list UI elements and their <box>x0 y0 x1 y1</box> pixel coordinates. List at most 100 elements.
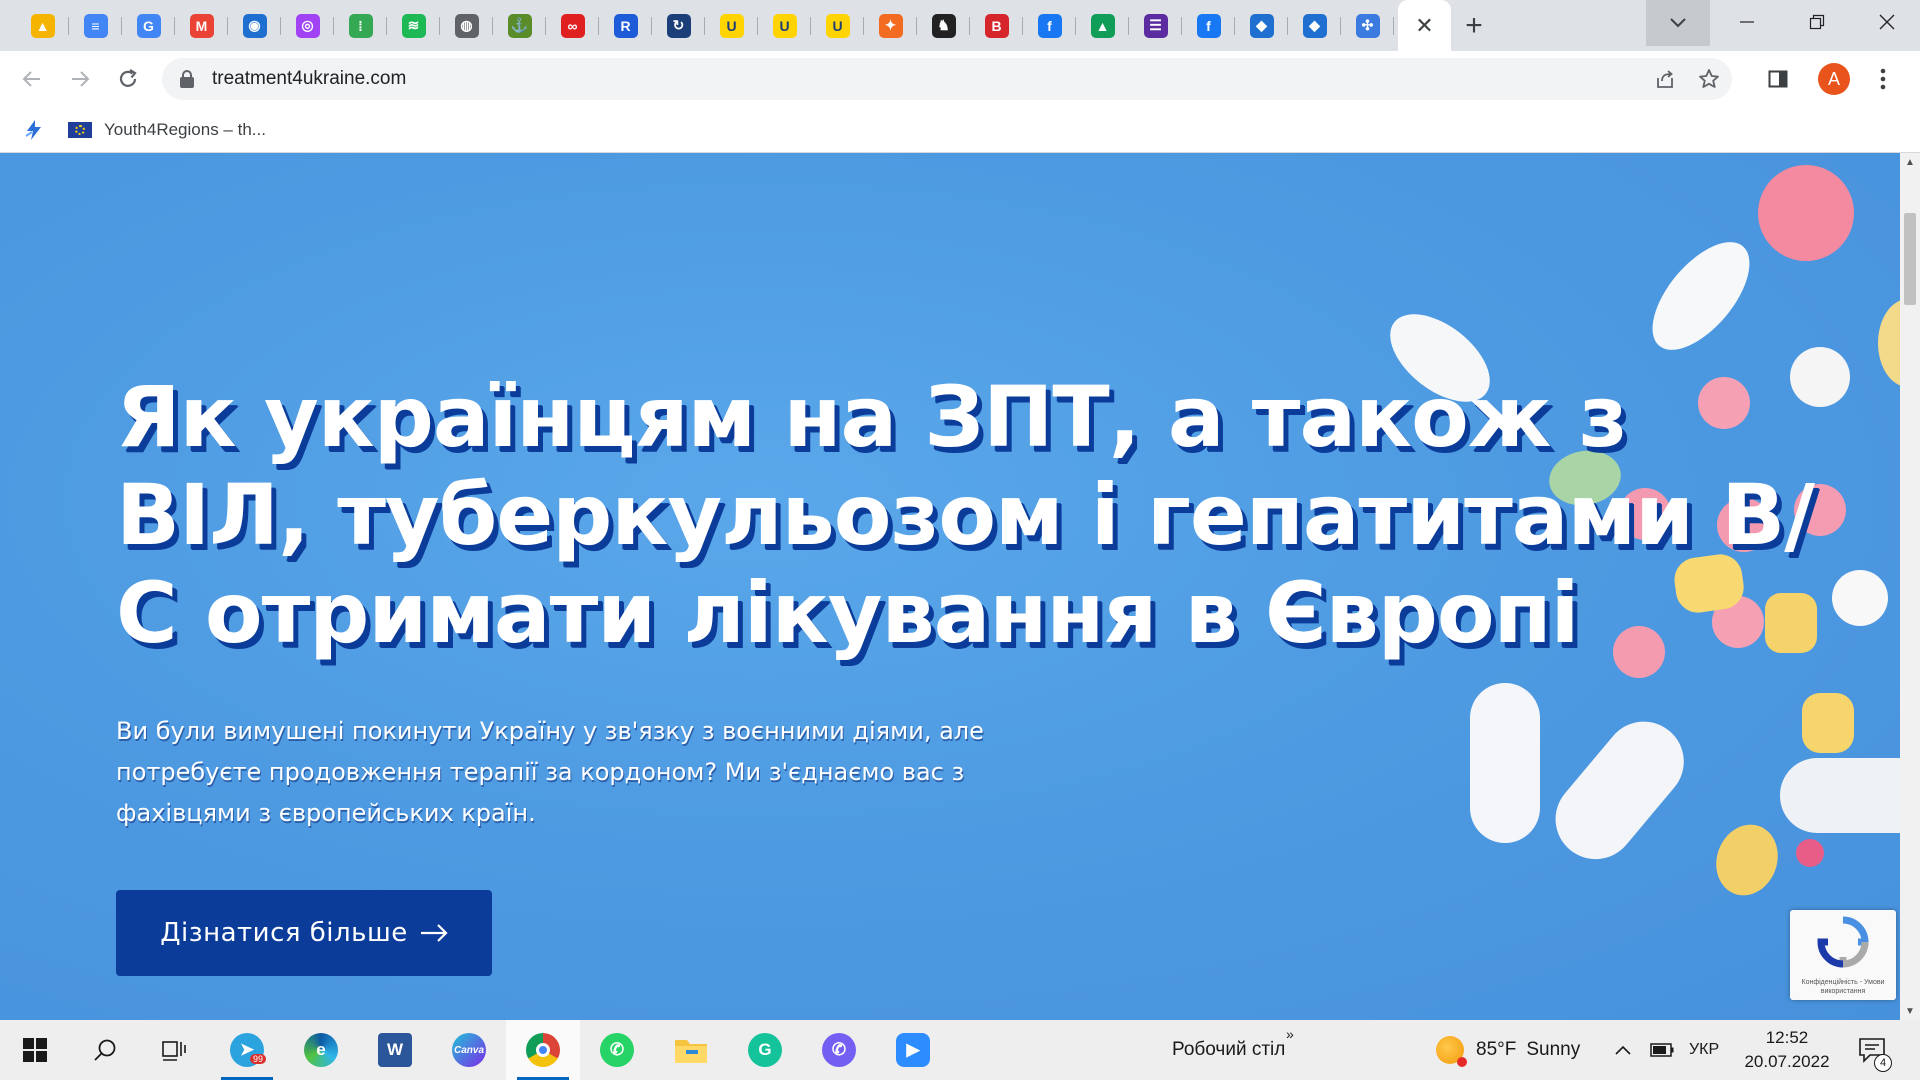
browser-tab[interactable]: M <box>175 0 228 51</box>
clock[interactable]: 12:52 20.07.2022 <box>1732 1026 1842 1074</box>
google-translate-icon: G <box>136 13 161 38</box>
taskbar-word[interactable]: W <box>358 1020 432 1080</box>
browser-tab[interactable]: ↻ <box>652 0 705 51</box>
recaptcha-badge[interactable]: Конфіденційність - Умови використання <box>1790 910 1896 1000</box>
taskbar-chrome[interactable] <box>506 1020 580 1080</box>
close-window-button[interactable] <box>1852 0 1920 44</box>
search-button[interactable] <box>70 1020 140 1080</box>
side-panel-icon[interactable] <box>1768 69 1788 89</box>
compass-icon: ✣ <box>1355 13 1380 38</box>
browser-tab[interactable]: f <box>1182 0 1235 51</box>
browser-tab[interactable]: ▲ <box>16 0 69 51</box>
taskbar-canva[interactable]: Canva <box>432 1020 506 1080</box>
browser-tab[interactable]: ◍ <box>440 0 493 51</box>
omnibox-actions <box>1654 58 1720 100</box>
weather-desc: Sunny <box>1526 1039 1581 1060</box>
hero-section: Як українцям на ЗПТ, а також з ВІЛ, тубе… <box>0 153 1900 1020</box>
scroll-up-arrow-icon[interactable]: ▲ <box>1900 153 1920 171</box>
desktop-label[interactable]: Робочий стіл <box>1172 1039 1285 1061</box>
show-hidden-icons-button[interactable] <box>1614 1020 1632 1080</box>
desktop-toolbar[interactable]: Робочий стіл » <box>1172 1020 1294 1080</box>
browser-tab[interactable]: ▲ <box>1076 0 1129 51</box>
taskbar-telegram[interactable]: ➤ 99 <box>210 1020 284 1080</box>
expand-chevron-icon[interactable]: » <box>1286 1026 1294 1042</box>
notification-center-button[interactable]: 4 <box>1858 1020 1892 1080</box>
chevron-up-icon <box>1615 1045 1631 1055</box>
taskbar-zoom[interactable]: ▶ <box>876 1020 950 1080</box>
taskbar-grammarly[interactable]: G <box>728 1020 802 1080</box>
taskbar-edge[interactable]: e <box>284 1020 358 1080</box>
share-icon[interactable] <box>1654 68 1676 90</box>
app-r-icon: R <box>613 13 638 38</box>
bookmark-item-youth4regions[interactable]: Youth4Regions – th... <box>68 120 266 140</box>
spotify-icon: ≋ <box>401 13 426 38</box>
browser-tab[interactable]: U <box>811 0 864 51</box>
browser-tab[interactable]: ◆ <box>1288 0 1341 51</box>
lock-icon[interactable] <box>180 70 194 88</box>
sunny-weather-icon <box>1436 1036 1467 1067</box>
telegram-badge: 99 <box>250 1054 267 1064</box>
learn-more-button[interactable]: Дізнатися більше <box>116 890 492 976</box>
taskbar-viber[interactable]: ✆ <box>802 1020 876 1080</box>
browser-tab[interactable]: ✦ <box>864 0 917 51</box>
scroll-thumb[interactable] <box>1904 213 1916 305</box>
battery-indicator[interactable] <box>1650 1020 1674 1080</box>
browser-tab[interactable]: ≡ <box>69 0 122 51</box>
browser-tab[interactable]: ◆ <box>1235 0 1288 51</box>
browser-tab[interactable]: ∞ <box>546 0 599 51</box>
taskbar-file-explorer[interactable] <box>654 1020 728 1080</box>
browser-tab[interactable]: ⁞ <box>334 0 387 51</box>
start-button[interactable] <box>0 1020 70 1080</box>
arrow-right-icon <box>420 924 448 942</box>
globe-icon: ◍ <box>454 13 479 38</box>
eu-flag-icon <box>68 121 92 138</box>
weather-temp: 85°F <box>1476 1039 1517 1060</box>
windows-taskbar: ➤ 99 e W Canva ✆ G ✆ ▶ Робочий стіл » 85… <box>0 1020 1920 1080</box>
podcasts-icon: ◎ <box>295 13 320 38</box>
browser-tab[interactable]: ♞ <box>917 0 970 51</box>
taskbar-whatsapp[interactable]: ✆ <box>580 1020 654 1080</box>
clock-date: 20.07.2022 <box>1744 1052 1830 1071</box>
browser-tab[interactable]: G <box>122 0 175 51</box>
close-tab-icon[interactable]: ✕ <box>1415 13 1433 39</box>
new-tab-button[interactable]: + <box>1451 0 1497 51</box>
bookmark-star-icon[interactable] <box>1698 68 1720 90</box>
url-text[interactable]: treatment4ukraine.com <box>212 68 406 90</box>
language-indicator[interactable]: УКР <box>1689 1020 1719 1080</box>
back-button[interactable] <box>8 59 56 99</box>
bookmark-item-app[interactable] <box>22 118 46 142</box>
browser-tab[interactable]: U <box>705 0 758 51</box>
battery-icon <box>1650 1043 1674 1057</box>
active-tab[interactable]: ✕ <box>1398 0 1451 51</box>
minimize-button[interactable] <box>1712 0 1782 44</box>
address-bar[interactable]: treatment4ukraine.com <box>162 58 1732 100</box>
browser-tab[interactable]: f <box>1023 0 1076 51</box>
forward-button[interactable] <box>56 59 104 99</box>
tab-list: ▲ ≡ G M ◉ ◎ ⁞ ≋ ◍ ⚓ ∞ R ↻ U U U ✦ ♞ Bf ▲ ☰ f ◆ ◆ ✣ <box>0 0 1394 51</box>
minimize-icon <box>1740 21 1754 23</box>
browser-tab[interactable]: ≋ <box>387 0 440 51</box>
restore-button[interactable] <box>1782 0 1852 44</box>
browser-tab[interactable]: ✣ <box>1341 0 1394 51</box>
browser-tab[interactable]: ◎ <box>281 0 334 51</box>
browser-tab[interactable]: ☰ <box>1129 0 1182 51</box>
weather-widget[interactable]: 85°F Sunny <box>1436 1020 1580 1080</box>
browser-tab[interactable]: ◉ <box>228 0 281 51</box>
task-view-button[interactable] <box>140 1020 210 1080</box>
toolbar-right: A <box>1768 51 1886 107</box>
tab-search-button[interactable] <box>1646 0 1710 46</box>
recaptcha-links[interactable]: Конфіденційність - Умови використання <box>1790 978 1896 996</box>
reload-button[interactable] <box>104 59 152 99</box>
profile-avatar[interactable]: A <box>1818 63 1850 95</box>
page-scrollbar[interactable]: ▲ ▼ <box>1900 153 1920 1020</box>
browser-tab[interactable]: R <box>599 0 652 51</box>
scroll-down-arrow-icon[interactable]: ▼ <box>1900 1002 1920 1020</box>
google-drive-icon: ▲ <box>1090 13 1115 38</box>
browser-tab[interactable]: B <box>970 0 1023 51</box>
google-podcasts-icon: ⁞ <box>348 13 373 38</box>
word-icon: W <box>378 1033 412 1067</box>
more-options-icon[interactable] <box>1880 68 1886 90</box>
browser-tab[interactable]: ⚓ <box>493 0 546 51</box>
browser-tab[interactable]: U <box>758 0 811 51</box>
notification-count: 4 <box>1874 1054 1892 1072</box>
